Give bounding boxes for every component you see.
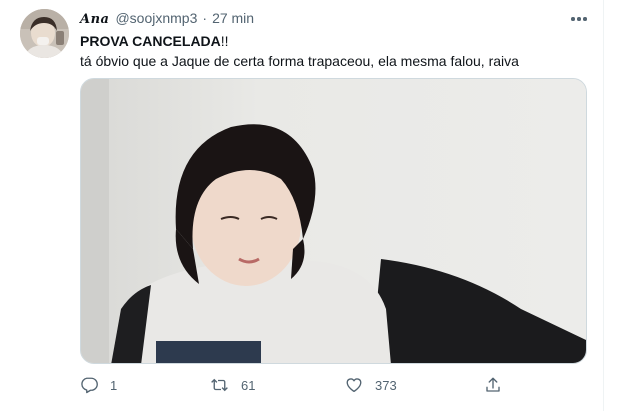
tweet-text-line2: tá óbvio que a Jaque de certa forma trap… (80, 53, 519, 69)
more-dots-icon[interactable] (568, 9, 590, 29)
reply-count: 1 (110, 377, 118, 393)
tweet-text-suffix: !! (220, 33, 229, 49)
like-count: 373 (375, 377, 397, 393)
tweet-text-line1: PROVA CANCELADA!! (80, 32, 229, 50)
share-icon (486, 377, 500, 392)
reply-button[interactable]: 1 (80, 373, 117, 397)
user-handle[interactable]: @soojxnmp3 (115, 10, 197, 26)
retweet-icon (211, 378, 228, 392)
retweet-count: 61 (241, 377, 256, 393)
timestamp[interactable]: 27 min (212, 10, 254, 26)
tweet-text-bold: PROVA CANCELADA (80, 33, 221, 49)
tweet: Ana @soojxnmp3 · 27 min PROVA CANCELADA!… (0, 0, 604, 411)
share-button[interactable] (484, 373, 502, 397)
avatar[interactable] (20, 9, 69, 58)
like-button[interactable]: 373 (345, 373, 397, 397)
display-name[interactable]: Ana (80, 12, 109, 27)
tweet-actions: 1 61 373 (80, 373, 510, 397)
heart-icon (346, 378, 362, 393)
separator-dot: · (202, 10, 208, 26)
tweet-media-image[interactable] (80, 78, 587, 364)
tweet-header: Ana @soojxnmp3 · 27 min (80, 10, 254, 28)
retweet-button[interactable]: 61 (210, 373, 255, 397)
reply-icon (81, 377, 98, 394)
